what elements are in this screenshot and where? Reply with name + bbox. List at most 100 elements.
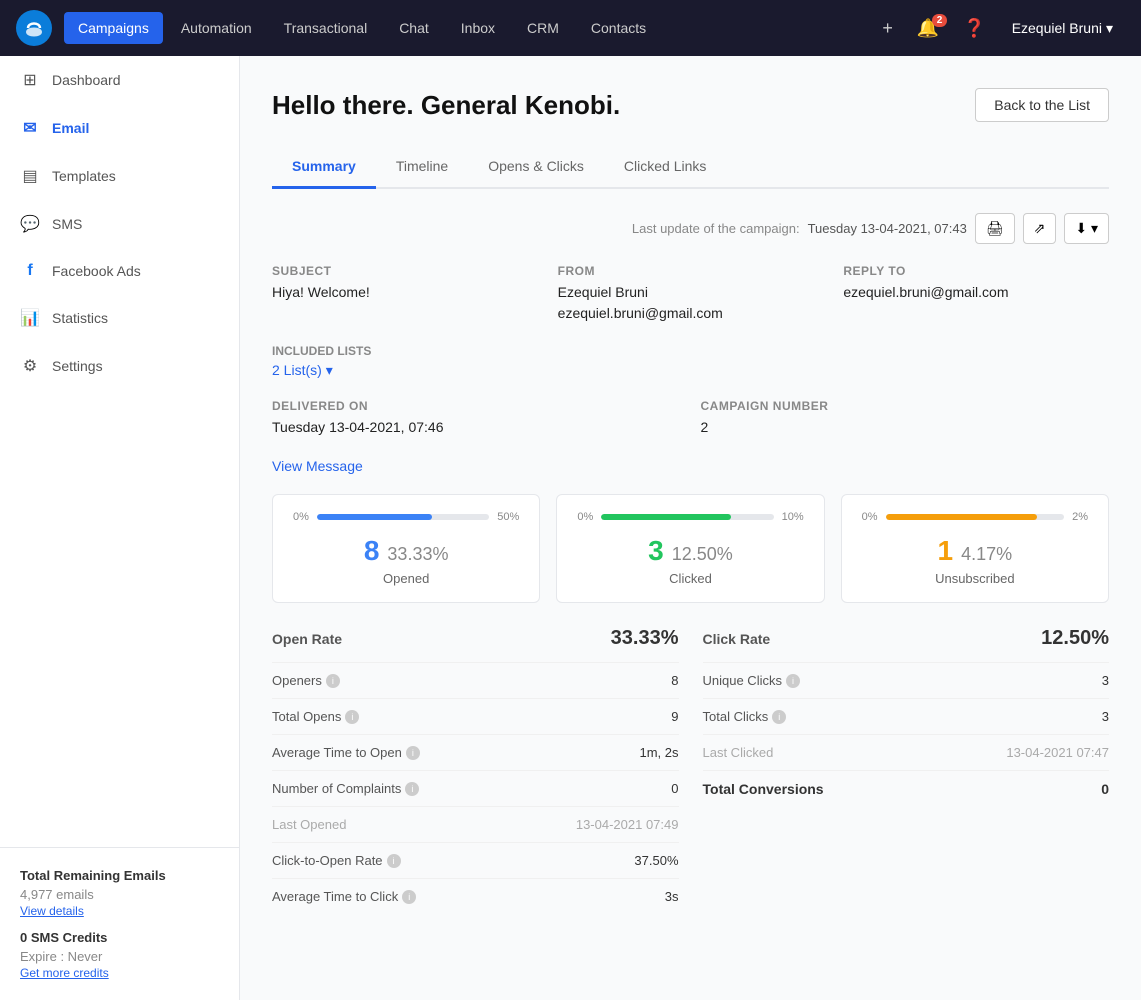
info-total-clicks[interactable]: i	[772, 710, 786, 724]
settings-icon: ⚙	[20, 356, 40, 376]
unique-clicks-value: 3	[1102, 673, 1109, 688]
progress-end-unsub: 2%	[1072, 511, 1088, 523]
stat-box-clicked: 0% 10% 3 12.50% Clicked	[556, 494, 824, 603]
from-label: From	[558, 264, 824, 278]
sidebar-item-statistics[interactable]: 📊 Statistics	[0, 294, 239, 342]
progress-start-opened: 0%	[293, 511, 309, 523]
facebook-icon: f	[20, 262, 40, 280]
sidebar-item-email[interactable]: ✉ Email	[0, 104, 239, 152]
sidebar-item-facebook-ads[interactable]: f Facebook Ads	[0, 248, 239, 294]
nav-badge: 2	[932, 14, 948, 27]
from-name: Ezequiel Bruni	[558, 282, 824, 303]
click-rate-section: Click Rate 12.50% Unique Clicks i 3 Tota…	[703, 627, 1110, 914]
sms-expire-label: Expire : Never	[20, 949, 219, 964]
campaign-number-value: 2	[701, 417, 1110, 438]
unsub-label: Unsubscribed	[862, 571, 1088, 586]
download-button[interactable]: ⬇ ▾	[1064, 213, 1109, 244]
print-button[interactable]: 🖨	[975, 213, 1015, 244]
total-conversions-row: Total Conversions 0	[703, 770, 1110, 807]
stat-box-unsubscribed: 0% 2% 1 4.17% Unsubscribed	[841, 494, 1109, 603]
nav-user-menu[interactable]: Ezequiel Bruni ▾	[1000, 14, 1125, 43]
row-click-to-open: Click-to-Open Rate i 37.50%	[272, 842, 679, 878]
info-openers[interactable]: i	[326, 674, 340, 688]
nav-inbox[interactable]: Inbox	[447, 12, 509, 44]
email-icon: ✉	[20, 118, 40, 138]
dashboard-icon: ⊞	[20, 70, 40, 90]
tab-clicked-links[interactable]: Clicked Links	[604, 146, 726, 189]
get-more-credits-link[interactable]: Get more credits	[20, 966, 219, 980]
avg-time-open-value: 1m, 2s	[639, 745, 678, 760]
view-message-link[interactable]: View Message	[272, 458, 1109, 474]
sidebar-item-sms[interactable]: 💬 SMS	[0, 200, 239, 248]
tab-timeline[interactable]: Timeline	[376, 146, 468, 189]
update-timestamp: Tuesday 13-04-2021, 07:43	[808, 221, 967, 236]
info-complaints[interactable]: i	[405, 782, 419, 796]
total-clicks-value: 3	[1102, 709, 1109, 724]
progress-fill-unsub	[886, 514, 1038, 520]
total-conversions-label: Total Conversions	[703, 781, 824, 797]
from-email: ezequiel.bruni@gmail.com	[558, 303, 824, 324]
nav-campaigns[interactable]: Campaigns	[64, 12, 163, 44]
meta-from: From Ezequiel Bruni ezequiel.bruni@gmail…	[558, 264, 824, 324]
last-opened-value: 13-04-2021 07:49	[576, 817, 679, 832]
progress-start-unsub: 0%	[862, 511, 878, 523]
progress-track-clicked	[601, 514, 773, 520]
share-button[interactable]: ⇗	[1023, 213, 1057, 244]
sidebar-item-settings[interactable]: ⚙ Settings	[0, 342, 239, 390]
nav-contacts[interactable]: Contacts	[577, 12, 660, 44]
info-avg-time-open[interactable]: i	[406, 746, 420, 760]
info-total-opens[interactable]: i	[345, 710, 359, 724]
row-last-clicked: Last Clicked 13-04-2021 07:47	[703, 734, 1110, 770]
remaining-emails-count: 4,977 emails	[20, 887, 219, 902]
open-rate-section: Open Rate 33.33% Openers i 8 Total Opens…	[272, 627, 679, 914]
nav-bell-button[interactable]: 🔔 2	[907, 12, 949, 45]
progress-end-clicked: 10%	[782, 511, 804, 523]
row-avg-time-click: Average Time to Click i 3s	[272, 878, 679, 914]
update-label: Last update of the campaign:	[632, 221, 800, 236]
lists-value[interactable]: 2 List(s) ▾	[272, 362, 1109, 379]
row-unique-clicks: Unique Clicks i 3	[703, 662, 1110, 698]
nav-automation[interactable]: Automation	[167, 12, 266, 44]
stat-boxes: 0% 50% 8 33.33% Opened 0% 10% 3	[272, 494, 1109, 603]
nav-transactional[interactable]: Transactional	[270, 12, 382, 44]
meta-reply: Reply to ezequiel.bruni@gmail.com	[843, 264, 1109, 324]
tab-opens-clicks[interactable]: Opens & Clicks	[468, 146, 604, 189]
progress-fill-opened	[317, 514, 433, 520]
row-total-opens: Total Opens i 9	[272, 698, 679, 734]
delivered-label: Delivered on	[272, 399, 681, 413]
tab-summary[interactable]: Summary	[272, 146, 376, 189]
statistics-icon: 📊	[20, 308, 40, 328]
open-rate-value: 33.33%	[611, 627, 679, 650]
row-avg-time-open: Average Time to Open i 1m, 2s	[272, 734, 679, 770]
view-details-link[interactable]: View details	[20, 904, 219, 918]
nav-chat[interactable]: Chat	[385, 12, 443, 44]
logo[interactable]	[16, 10, 52, 46]
subject-label: Subject	[272, 264, 538, 278]
nav-plus-button[interactable]: +	[872, 12, 903, 45]
unsub-percent: 4.17%	[961, 544, 1012, 565]
delivered-on: Delivered on Tuesday 13-04-2021, 07:46	[272, 399, 681, 438]
campaign-number-label: Campaign Number	[701, 399, 1110, 413]
row-total-clicks: Total Clicks i 3	[703, 698, 1110, 734]
sidebar-item-templates[interactable]: ▤ Templates	[0, 152, 239, 200]
sidebar: ⊞ Dashboard ✉ Email ▤ Templates 💬 SMS f …	[0, 56, 240, 1000]
click-rate-value: 12.50%	[1041, 627, 1109, 650]
info-avg-time-click[interactable]: i	[402, 890, 416, 904]
sidebar-item-dashboard[interactable]: ⊞ Dashboard	[0, 56, 239, 104]
opened-percent: 33.33%	[387, 544, 448, 565]
meta-subject: Subject Hiya! Welcome!	[272, 264, 538, 324]
progress-track-opened	[317, 514, 489, 520]
info-unique-clicks[interactable]: i	[786, 674, 800, 688]
sidebar-bottom: Total Remaining Emails 4,977 emails View…	[0, 847, 239, 1000]
page-title: Hello there. General Kenobi.	[272, 90, 620, 121]
campaign-number: Campaign Number 2	[701, 399, 1110, 438]
page-header: Hello there. General Kenobi. Back to the…	[272, 88, 1109, 122]
main-content: Hello there. General Kenobi. Back to the…	[240, 56, 1141, 1000]
sms-credits-label: 0 SMS Credits	[20, 930, 219, 945]
info-click-to-open[interactable]: i	[387, 854, 401, 868]
back-to-list-button[interactable]: Back to the List	[975, 88, 1109, 122]
included-lists-row: Included Lists 2 List(s) ▾	[272, 344, 1109, 379]
nav-help-button[interactable]: ❓	[953, 12, 995, 45]
last-clicked-value: 13-04-2021 07:47	[1006, 745, 1109, 760]
nav-crm[interactable]: CRM	[513, 12, 573, 44]
